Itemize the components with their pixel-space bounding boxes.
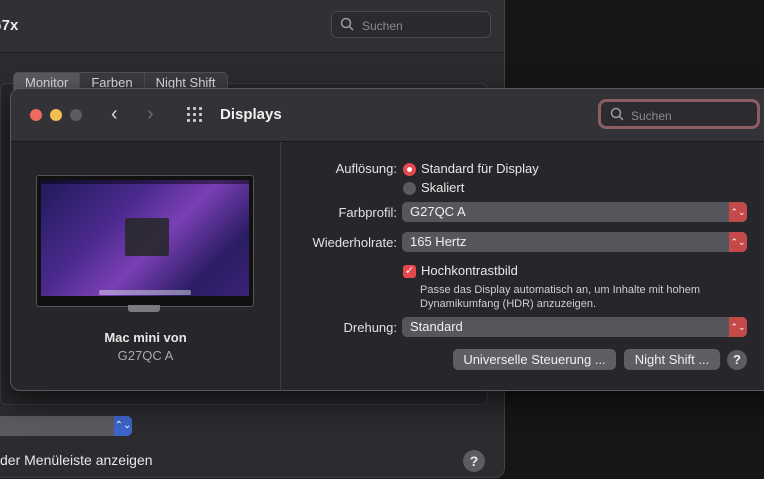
background-search-field[interactable]: Suchen bbox=[331, 11, 491, 38]
resolution-scaled-radio[interactable] bbox=[403, 182, 416, 195]
close-window-button[interactable] bbox=[30, 109, 42, 121]
back-arrow-icon[interactable]: ‹ bbox=[111, 104, 118, 124]
resolution-scaled-label[interactable]: Skaliert bbox=[421, 180, 464, 195]
search-placeholder: Suchen bbox=[631, 109, 672, 123]
refresh-rate-popup[interactable]: 165 Hertz ⌃⌄ bbox=[402, 232, 747, 252]
color-profile-value: G27QC A bbox=[410, 204, 466, 219]
color-profile-popup[interactable]: G27QC A ⌃⌄ bbox=[402, 202, 747, 222]
chevron-updown-icon: ⌃⌄ bbox=[729, 317, 747, 337]
universal-control-button[interactable]: Universelle Steuerung ... bbox=[453, 349, 616, 370]
preview-dock bbox=[99, 290, 191, 295]
search-field[interactable]: Suchen bbox=[598, 99, 760, 129]
background-titlebar: G7x Suchen bbox=[0, 0, 504, 53]
forward-arrow-icon[interactable]: › bbox=[147, 104, 154, 124]
search-icon bbox=[610, 107, 624, 124]
window-title: Displays bbox=[220, 106, 282, 123]
displays-window: ‹ › Displays Suchen Mac mini von G27QC A bbox=[10, 88, 764, 391]
monitor-stand bbox=[128, 305, 160, 312]
refresh-rate-value: 165 Hertz bbox=[410, 234, 467, 249]
zoom-window-button[interactable] bbox=[70, 109, 82, 121]
refresh-rate-label: Wiederholrate: bbox=[312, 235, 397, 250]
night-shift-button[interactable]: Night Shift ... bbox=[624, 349, 720, 370]
hdr-label[interactable]: Hochkontrastbild bbox=[421, 263, 518, 278]
color-profile-label: Farbprofil: bbox=[338, 205, 397, 220]
minimize-window-button[interactable] bbox=[50, 109, 62, 121]
desktop-wallpaper-image bbox=[41, 180, 249, 296]
chevron-updown-icon: ⌃⌄ bbox=[729, 232, 747, 252]
monitor-preview-pane: Mac mini von G27QC A bbox=[11, 142, 281, 390]
resolution-default-label[interactable]: Standard für Display bbox=[421, 161, 539, 176]
monitor-image bbox=[36, 175, 254, 307]
titlebar: ‹ › Displays Suchen bbox=[11, 89, 764, 142]
show-all-grid-icon[interactable] bbox=[187, 107, 205, 123]
search-icon bbox=[340, 17, 354, 34]
help-button[interactable]: ? bbox=[727, 350, 747, 370]
background-window-title: G7x bbox=[0, 17, 19, 34]
chevron-updown-icon: ⌃⌄ bbox=[114, 416, 132, 436]
background-popup-menu[interactable]: ⌃⌄ bbox=[0, 416, 132, 436]
preview-dialog bbox=[125, 218, 169, 256]
monitor-name: Mac mini von bbox=[104, 330, 187, 345]
chevron-updown-icon: ⌃⌄ bbox=[729, 202, 747, 222]
background-menubar-option-label: der Menüleiste anzeigen bbox=[0, 452, 153, 468]
monitor-model: G27QC A bbox=[117, 348, 174, 363]
preview-menubar bbox=[41, 180, 249, 184]
rotation-value: Standard bbox=[410, 319, 463, 334]
hdr-description: Passe das Display automatisch an, um Inh… bbox=[420, 284, 701, 310]
rotation-label: Drehung: bbox=[343, 320, 397, 335]
background-help-button[interactable]: ? bbox=[463, 450, 485, 472]
rotation-popup[interactable]: Standard ⌃⌄ bbox=[402, 317, 747, 337]
hdr-checkbox[interactable]: ✓ bbox=[403, 265, 416, 278]
resolution-label: Auflösung: bbox=[335, 161, 397, 176]
background-search-placeholder: Suchen bbox=[362, 19, 403, 33]
resolution-default-radio[interactable] bbox=[403, 163, 416, 176]
